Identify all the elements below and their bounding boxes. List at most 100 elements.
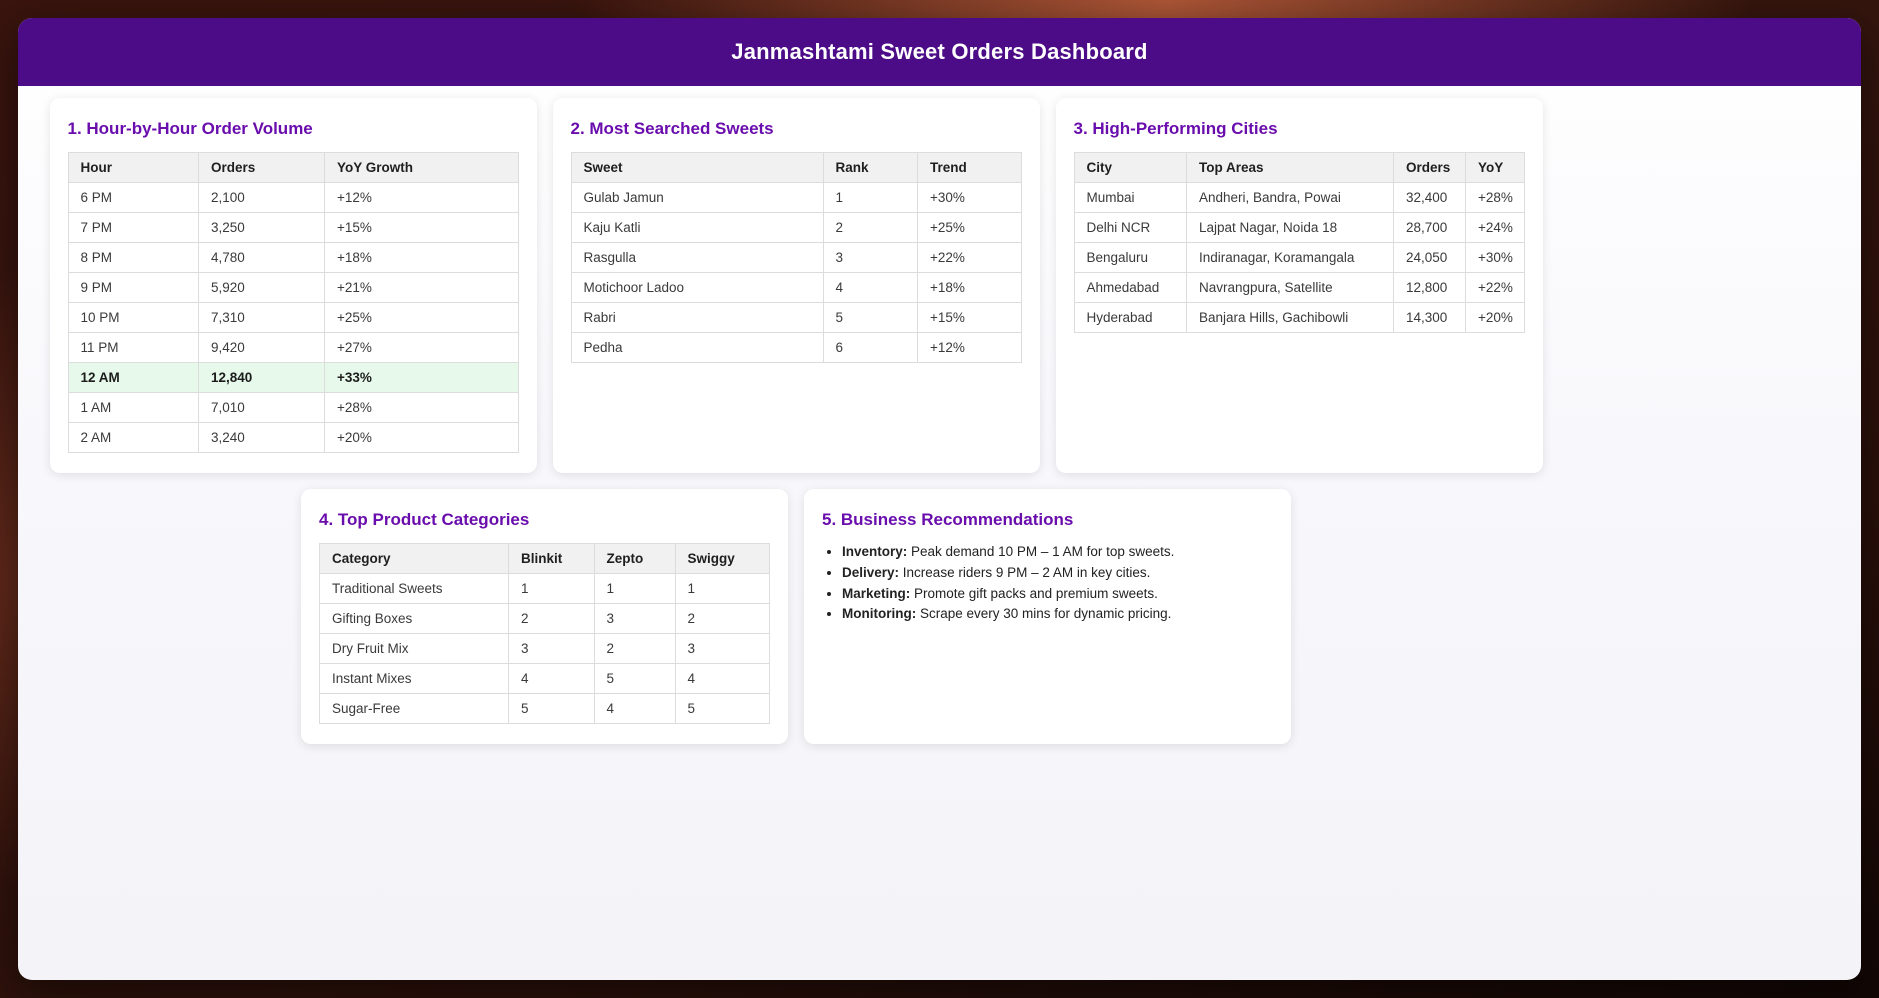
- table-cell: 2: [594, 634, 675, 664]
- card-top-product-categories: 4. Top Product Categories CategoryBlinki…: [301, 489, 788, 744]
- table-row: BengaluruIndiranagar, Koramangala24,050+…: [1074, 243, 1524, 273]
- table-cell: +22%: [1466, 273, 1525, 303]
- table-cell: Banjara Hills, Gachibowli: [1187, 303, 1394, 333]
- table-header-row: CityTop AreasOrdersYoY: [1074, 153, 1524, 183]
- table-cell: 11 PM: [68, 333, 199, 363]
- table-cell: +20%: [325, 423, 519, 453]
- column-header: Top Areas: [1187, 153, 1394, 183]
- column-header: Swiggy: [675, 544, 770, 574]
- table-cell: 5,920: [199, 273, 325, 303]
- table-cell: +20%: [1466, 303, 1525, 333]
- table-cell: 3,240: [199, 423, 325, 453]
- table-row: 9 PM5,920+21%: [68, 273, 518, 303]
- card-title: 3. High-Performing Cities: [1074, 119, 1525, 139]
- table-cell: 32,400: [1394, 183, 1466, 213]
- table-header-row: CategoryBlinkitZeptoSwiggy: [320, 544, 770, 574]
- table-cell: +24%: [1466, 213, 1525, 243]
- table-cell: 2 AM: [68, 423, 199, 453]
- column-header: YoY: [1466, 153, 1525, 183]
- table-header-row: HourOrdersYoY Growth: [68, 153, 518, 183]
- table-cell: Navrangpura, Satellite: [1187, 273, 1394, 303]
- table-cell: 6: [823, 333, 918, 363]
- recommendation-item: Monitoring: Scrape every 30 mins for dyn…: [842, 605, 1273, 623]
- table-cell: Rasgulla: [571, 243, 823, 273]
- table-cell: 14,300: [1394, 303, 1466, 333]
- table-cell: Lajpat Nagar, Noida 18: [1187, 213, 1394, 243]
- card-business-recommendations: 5. Business Recommendations Inventory: P…: [804, 489, 1291, 744]
- table-cell: +30%: [918, 183, 1022, 213]
- column-header: City: [1074, 153, 1187, 183]
- table-cell: 7 PM: [68, 213, 199, 243]
- table-cell: Rabri: [571, 303, 823, 333]
- table-cell: 28,700: [1394, 213, 1466, 243]
- table-cell: 12 AM: [68, 363, 199, 393]
- card-hourly-order-volume: 1. Hour-by-Hour Order Volume HourOrdersY…: [50, 98, 537, 473]
- recommendation-text: Peak demand 10 PM – 1 AM for top sweets.: [907, 544, 1174, 559]
- table-cell: 2: [675, 604, 770, 634]
- table-cell: Instant Mixes: [320, 664, 509, 694]
- table-cell: 3: [594, 604, 675, 634]
- table-cell: 9,420: [199, 333, 325, 363]
- table-row: Delhi NCRLajpat Nagar, Noida 1828,700+24…: [1074, 213, 1524, 243]
- table-cell: 5: [509, 694, 595, 724]
- table-cell: 2: [823, 213, 918, 243]
- column-header: YoY Growth: [325, 153, 519, 183]
- card-title: 5. Business Recommendations: [822, 510, 1273, 530]
- table-cell: 1: [823, 183, 918, 213]
- column-header: Orders: [1394, 153, 1466, 183]
- table-cell: +25%: [918, 213, 1022, 243]
- column-header: Trend: [918, 153, 1022, 183]
- table-cell: 7,010: [199, 393, 325, 423]
- table-row: 7 PM3,250+15%: [68, 213, 518, 243]
- table-cell: +15%: [918, 303, 1022, 333]
- table-cell: Mumbai: [1074, 183, 1187, 213]
- table-cell: 12,840: [199, 363, 325, 393]
- table-cell: Ahmedabad: [1074, 273, 1187, 303]
- table-cell: Kaju Katli: [571, 213, 823, 243]
- card-title: 2. Most Searched Sweets: [571, 119, 1022, 139]
- table-row: AhmedabadNavrangpura, Satellite12,800+22…: [1074, 273, 1524, 303]
- recommendation-item: Delivery: Increase riders 9 PM – 2 AM in…: [842, 564, 1273, 582]
- recommendation-label: Delivery:: [842, 565, 899, 580]
- table-cell: 6 PM: [68, 183, 199, 213]
- table-cell: Hyderabad: [1074, 303, 1187, 333]
- table-row: Rabri5+15%: [571, 303, 1021, 333]
- table-cell: 5: [594, 664, 675, 694]
- recommendation-text: Scrape every 30 mins for dynamic pricing…: [916, 606, 1171, 621]
- table-cell: +18%: [918, 273, 1022, 303]
- table-cell: +28%: [1466, 183, 1525, 213]
- dashboard-container: Janmashtami Sweet Orders Dashboard 1. Ho…: [18, 18, 1861, 980]
- table-cell: 4: [509, 664, 595, 694]
- table-row: 1 AM7,010+28%: [68, 393, 518, 423]
- table-row: 11 PM9,420+27%: [68, 333, 518, 363]
- table-cell: 4: [675, 664, 770, 694]
- table-row: 2 AM3,240+20%: [68, 423, 518, 453]
- card-high-performing-cities: 3. High-Performing Cities CityTop AreasO…: [1056, 98, 1543, 473]
- column-header: Sweet: [571, 153, 823, 183]
- table-row: HyderabadBanjara Hills, Gachibowli14,300…: [1074, 303, 1524, 333]
- table-cell: 3: [675, 634, 770, 664]
- column-header: Category: [320, 544, 509, 574]
- table-cell: Dry Fruit Mix: [320, 634, 509, 664]
- hourly-orders-table: HourOrdersYoY Growth6 PM2,100+12%7 PM3,2…: [68, 152, 519, 453]
- recommendation-item: Inventory: Peak demand 10 PM – 1 AM for …: [842, 543, 1273, 561]
- table-cell: +27%: [325, 333, 519, 363]
- table-cell: 4: [823, 273, 918, 303]
- table-cell: Delhi NCR: [1074, 213, 1187, 243]
- table-cell: 1: [675, 574, 770, 604]
- dashboard-header: Janmashtami Sweet Orders Dashboard: [18, 18, 1861, 86]
- table-row: Traditional Sweets111: [320, 574, 770, 604]
- recommendation-item: Marketing: Promote gift packs and premiu…: [842, 585, 1273, 603]
- table-cell: +30%: [1466, 243, 1525, 273]
- table-cell: 3,250: [199, 213, 325, 243]
- table-cell: 24,050: [1394, 243, 1466, 273]
- table-row: Dry Fruit Mix323: [320, 634, 770, 664]
- table-cell: 10 PM: [68, 303, 199, 333]
- table-cell: 4,780: [199, 243, 325, 273]
- dashboard-title: Janmashtami Sweet Orders Dashboard: [731, 39, 1147, 65]
- recommendation-label: Monitoring:: [842, 606, 916, 621]
- table-cell: 5: [675, 694, 770, 724]
- recommendations-list: Inventory: Peak demand 10 PM – 1 AM for …: [822, 543, 1273, 623]
- table-row: Kaju Katli2+25%: [571, 213, 1021, 243]
- table-cell: 1: [594, 574, 675, 604]
